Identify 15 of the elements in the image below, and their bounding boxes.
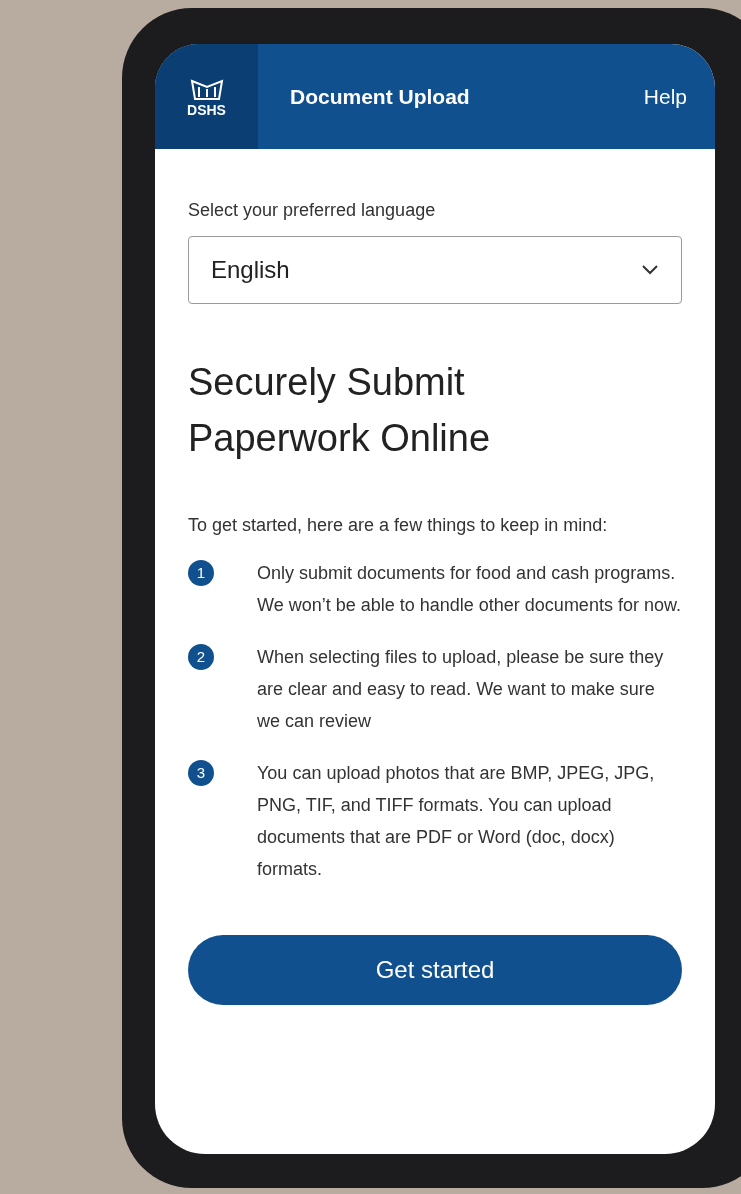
step-number: 1 bbox=[188, 560, 214, 586]
step-text: Only submit documents for food and cash programs. We won’t be able to handle other documents for now. bbox=[257, 562, 682, 617]
get-started-button[interactable]: Get started bbox=[188, 935, 682, 1005]
chevron-down-icon bbox=[641, 264, 659, 276]
language-select[interactable]: English bbox=[188, 236, 682, 304]
step-number: 3 bbox=[188, 760, 214, 786]
step-text: When selecting files to upload, please be sure they are clear and easy to read. We want to make sure we can review bbox=[257, 646, 665, 733]
logo-text: DSHS bbox=[187, 102, 226, 117]
help-link[interactable]: Help bbox=[643, 80, 687, 113]
step-number: 2 bbox=[188, 644, 214, 670]
intro-text: To get started, here are a few things to keep in mind: bbox=[188, 514, 609, 537]
page-title: Document Upload bbox=[290, 83, 470, 110]
language-label: Select your preferred language bbox=[188, 199, 437, 222]
step-text: You can upload photos that are BMP, JPEG, JPG, PNG, TIF, and TIFF formats. You can upload documents that are PDF or Word (doc, docx) formats. bbox=[257, 762, 656, 881]
page-heading: Securely Submit Paperwork Online bbox=[188, 360, 492, 461]
